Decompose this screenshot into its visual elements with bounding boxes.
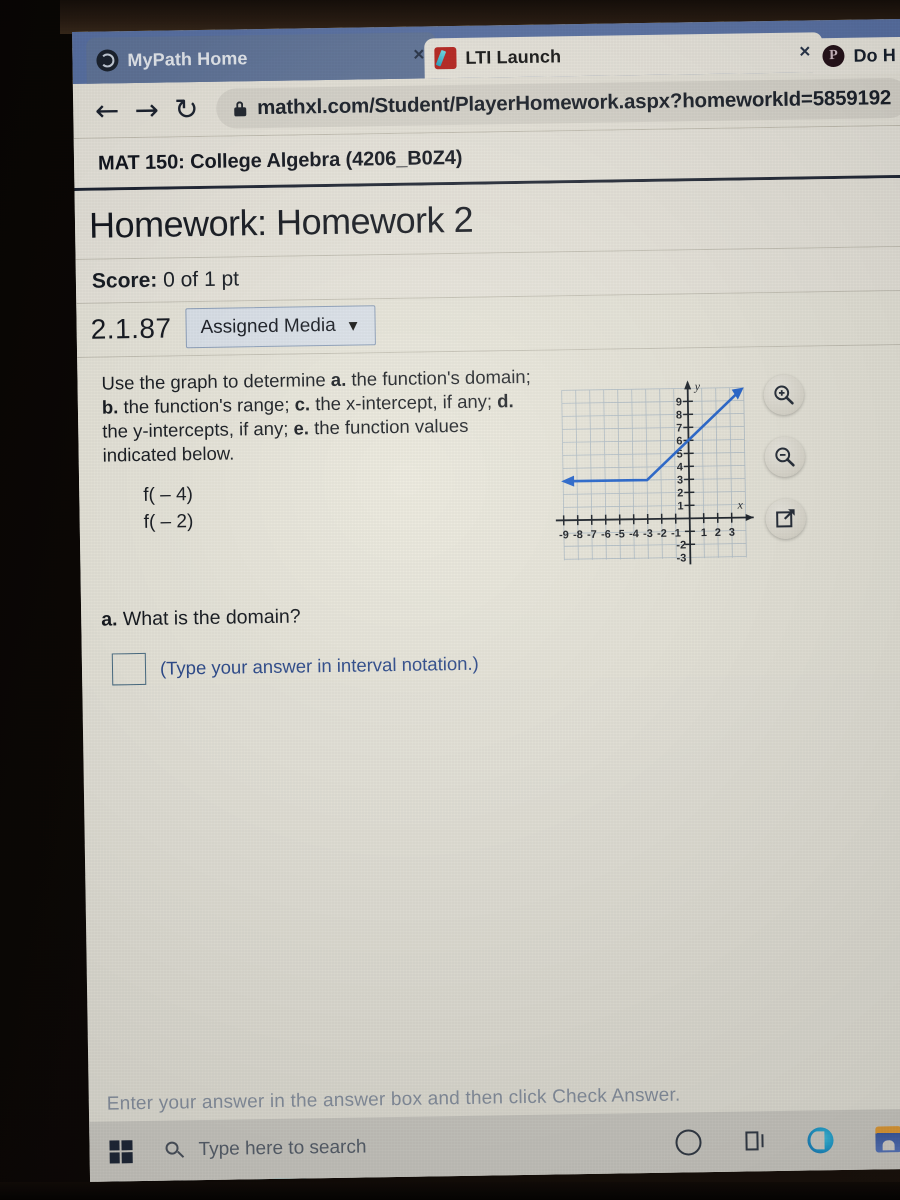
task-view-icon[interactable] (743, 1130, 765, 1152)
svg-text:1: 1 (701, 527, 707, 539)
svg-text:-6: -6 (601, 529, 611, 541)
function-values-list: f( – 4) f( – 2) (103, 477, 534, 538)
zoom-out-icon (775, 447, 795, 467)
part-question-text: What is the domain? (122, 605, 301, 631)
svg-text:8: 8 (676, 409, 682, 421)
svg-text:2: 2 (677, 487, 683, 499)
page-body: MAT 150: College Algebra (4206_B0Z4) Hom… (73, 125, 900, 1182)
assigned-media-label: Assigned Media (200, 314, 336, 339)
graph-toolbar (763, 374, 807, 540)
graph-x-tick-labels: -9 -8 -7 -6 -5 -4 -3 -2 -1 1 2 3 (559, 527, 735, 542)
pearson-icon (822, 44, 845, 68)
svg-text:1: 1 (677, 500, 683, 512)
graph-x-axis-label: x (736, 498, 743, 512)
browser-tab-lti-launch[interactable]: LTI Launch × (424, 32, 823, 79)
answer-row: (Type your answer in interval notation.) (102, 641, 900, 686)
footer-instruction: Enter your answer in the answer box and … (106, 1084, 681, 1115)
assigned-media-dropdown[interactable]: Assigned Media ▼ (185, 305, 376, 349)
answer-hint: (Type your answer in interval notation.) (159, 652, 479, 679)
domain-answer-input[interactable] (111, 652, 147, 686)
svg-text:-3: -3 (643, 528, 653, 540)
svg-text:-4: -4 (629, 528, 640, 540)
expand-icon (776, 509, 795, 528)
svg-text:3: 3 (729, 527, 735, 539)
exercise-number: 2.1.87 (90, 312, 172, 345)
svg-text:-1: -1 (671, 527, 681, 539)
taskbar-icons (675, 1126, 900, 1156)
score-label: Score: (91, 268, 158, 293)
zoom-out-button[interactable] (764, 436, 806, 478)
search-icon (165, 1141, 184, 1160)
zoom-in-icon (774, 385, 794, 405)
tab-title: Do H (853, 44, 897, 66)
windows-taskbar: Type here to search (89, 1108, 900, 1182)
svg-text:-7: -7 (587, 529, 597, 541)
part-a-label: a. What is the domain? (101, 596, 900, 632)
tab-title: MyPath Home (127, 47, 248, 70)
graph-y-axis-label: y (694, 379, 701, 393)
question-area: Use the graph to determine a. the functi… (77, 344, 900, 583)
zoom-in-button[interactable] (763, 374, 805, 416)
svg-text:-9: -9 (559, 529, 569, 541)
function-value-item: f( – 2) (143, 511, 194, 534)
pencil-icon (434, 46, 457, 70)
tab-close-button[interactable]: × (413, 44, 424, 66)
score-value: 0 of 1 pt (162, 267, 240, 292)
edge-icon[interactable] (807, 1127, 834, 1154)
tab-title: LTI Launch (465, 45, 562, 68)
back-button[interactable]: ← (87, 88, 127, 133)
address-bar-url: mathxl.com/Student/PlayerHomework.aspx?h… (256, 86, 892, 120)
forward-button[interactable]: → (127, 88, 167, 133)
svg-text:3: 3 (677, 474, 683, 486)
svg-text:7: 7 (676, 422, 682, 434)
svg-text:9: 9 (676, 396, 682, 408)
part-letter: a. (101, 608, 118, 631)
browser-tab-mypath[interactable]: MyPath Home × (86, 32, 437, 84)
question-prompt-text: Use the graph to determine a. the functi… (101, 365, 531, 466)
tab-close-button[interactable]: × (799, 41, 810, 63)
svg-text:2: 2 (715, 527, 721, 539)
screen-content: MyPath Home × LTI Launch × Do H ← → ↻ ma… (72, 18, 900, 1182)
monitor-bezel-bottom (0, 1182, 900, 1200)
cortana-icon[interactable] (675, 1129, 702, 1156)
taskbar-search[interactable]: Type here to search (151, 1137, 366, 1162)
browser-tab-do-h[interactable]: Do H (812, 35, 900, 75)
question-part-a: a. What is the domain? (Type your answer… (80, 569, 900, 686)
address-bar[interactable]: mathxl.com/Student/PlayerHomework.aspx?h… (215, 77, 900, 129)
app-icon[interactable] (875, 1126, 900, 1153)
page-title: Homework: Homework 2 (74, 177, 900, 260)
svg-text:-2: -2 (657, 528, 667, 540)
taskbar-search-placeholder: Type here to search (198, 1136, 367, 1161)
svg-text:-3: -3 (676, 552, 686, 564)
svg-text:-5: -5 (615, 528, 625, 540)
chevron-down-icon: ▼ (345, 317, 361, 335)
svg-text:4: 4 (677, 461, 684, 473)
question-prompt: Use the graph to determine a. the functi… (77, 365, 534, 583)
windows-start-icon (108, 1139, 133, 1164)
svg-text:-2: -2 (676, 539, 686, 551)
expand-graph-button[interactable] (765, 498, 807, 540)
function-graph: -9 -8 -7 -6 -5 -4 -3 -2 -1 1 2 3 9 8 7 6… (555, 379, 754, 565)
course-title: MAT 150: College Algebra (4206_B0Z4) (97, 146, 463, 175)
start-button[interactable] (89, 1121, 152, 1182)
svg-text:-8: -8 (573, 529, 583, 541)
graph-y-tick-labels: 9 8 7 6 5 4 3 2 1 -2 -3 (676, 396, 687, 564)
reload-button[interactable]: ↻ (166, 87, 206, 132)
graph-figure: -9 -8 -7 -6 -5 -4 -3 -2 -1 1 2 3 9 8 7 6… (553, 367, 807, 575)
lock-icon (234, 101, 246, 116)
globe-icon (96, 49, 119, 72)
